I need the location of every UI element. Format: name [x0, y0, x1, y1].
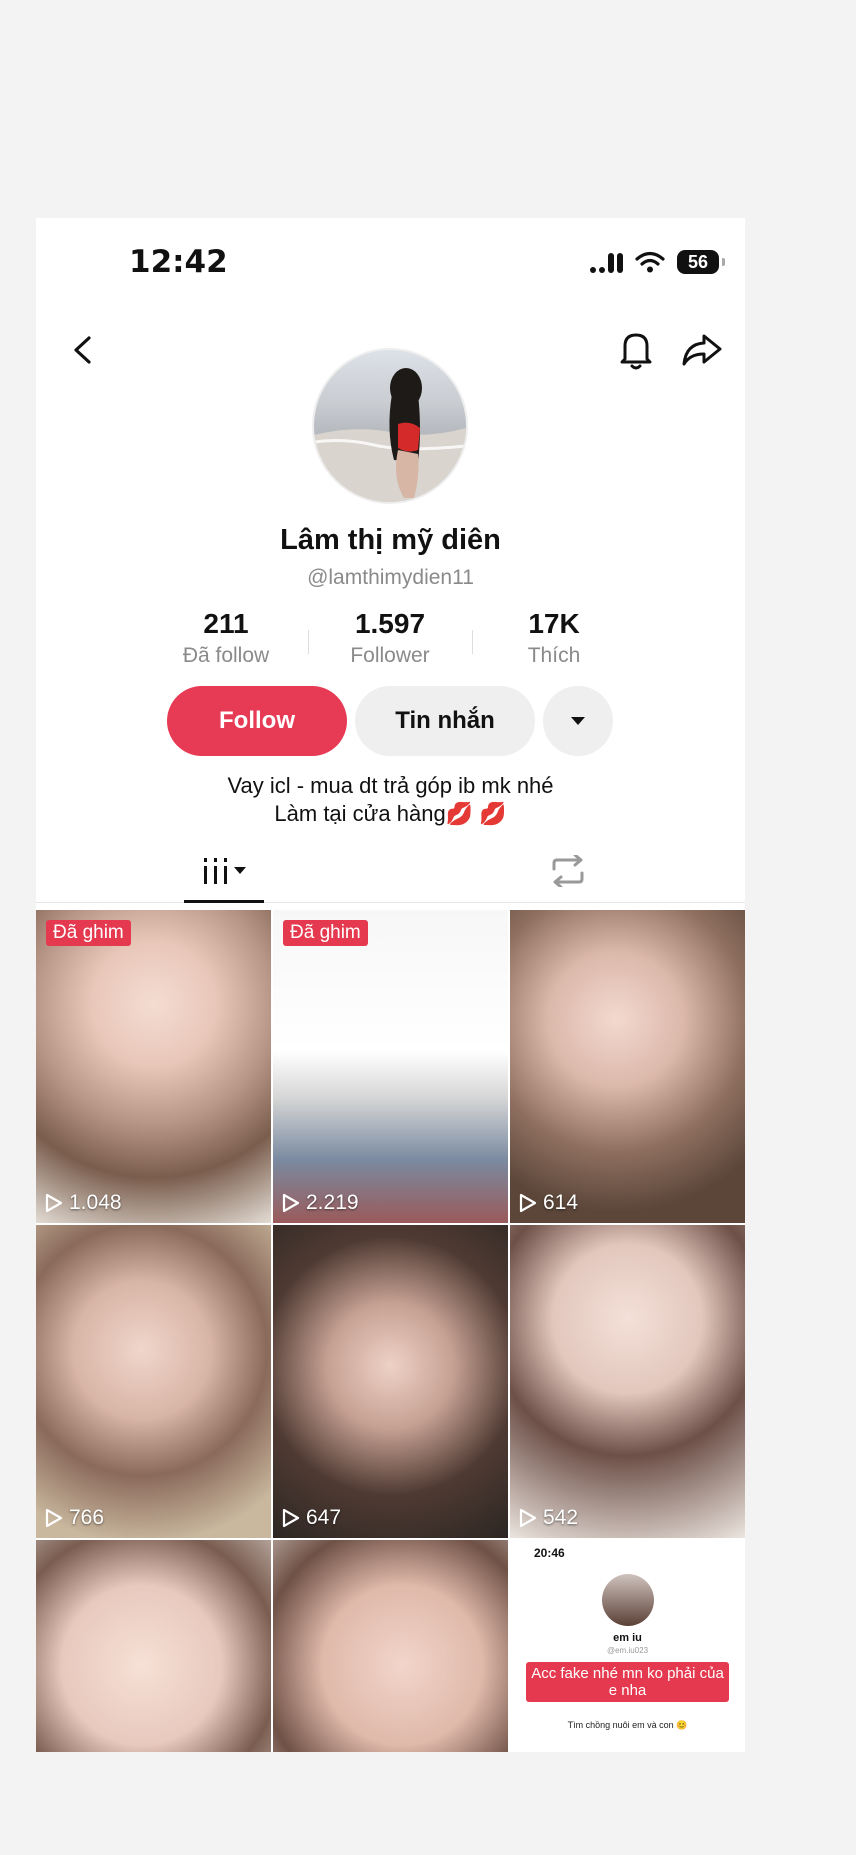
video-thumbnail[interactable]: 614 — [510, 910, 745, 1223]
profile-actions: Follow Tin nhắn — [167, 686, 613, 756]
view-count-value: 542 — [543, 1506, 579, 1529]
repost-icon — [552, 855, 584, 887]
video-thumbnail[interactable] — [273, 1540, 508, 1752]
grid-icon — [204, 858, 227, 884]
view-count-value: 614 — [543, 1191, 579, 1214]
stat-value: 1.597 — [354, 608, 426, 639]
profile-screen: 12:42 56 Lâm thị mỹ diên @lamthimydien11 — [36, 218, 745, 1752]
caret-down-icon — [571, 717, 585, 725]
play-icon — [282, 1508, 300, 1528]
video-thumbnail[interactable]: 647 — [273, 1225, 508, 1538]
view-count-value: 766 — [69, 1506, 105, 1529]
stat-following[interactable]: 211 Đã follow — [144, 608, 308, 668]
thumbnail-bio: Tìm chồng nuôi em và con 😊 — [567, 1720, 688, 1730]
video-grid: Đã ghim 1.048 Đã ghim 2.219 614 766 647 … — [36, 910, 745, 1752]
video-thumbnail[interactable] — [36, 1540, 271, 1752]
wifi-icon — [635, 251, 665, 273]
play-icon — [282, 1193, 300, 1213]
view-count: 2.219 — [282, 1191, 359, 1215]
bio-line: Làm tại cửa hàng💋 💋 — [274, 801, 507, 826]
stat-label: Follower — [350, 644, 430, 667]
avatar[interactable] — [312, 348, 468, 504]
status-time: 12:42 — [129, 244, 228, 280]
view-count: 542 — [519, 1506, 578, 1530]
view-count-value: 2.219 — [306, 1191, 359, 1214]
status-icons: 56 — [590, 250, 725, 274]
tab-videos[interactable] — [184, 842, 264, 903]
profile-handle: @lamthimydien11 — [307, 566, 474, 589]
cellular-signal-icon — [590, 251, 623, 273]
tab-reposts[interactable] — [528, 842, 608, 900]
view-count: 1.048 — [45, 1191, 122, 1215]
view-count-value: 1.048 — [69, 1191, 122, 1214]
more-options-button[interactable] — [543, 686, 613, 756]
avatar-photo — [314, 368, 466, 502]
video-thumbnail[interactable]: 542 — [510, 1225, 745, 1538]
view-count: 614 — [519, 1191, 578, 1215]
thumbnail-caption: Acc fake nhé mn ko phải của e nha — [526, 1662, 729, 1702]
profile-tabs — [36, 842, 745, 903]
thumbnail-avatar — [602, 1574, 654, 1626]
pinned-badge: Đã ghim — [46, 920, 131, 946]
stat-value: 211 — [203, 608, 249, 639]
profile-stats: 211 Đã follow 1.597 Follower 17K Thích — [144, 608, 636, 668]
thumbnail-status-time: 20:46 — [534, 1546, 565, 1560]
bell-icon[interactable] — [616, 328, 656, 372]
battery-icon: 56 — [677, 250, 725, 274]
share-icon[interactable] — [680, 330, 724, 370]
back-icon[interactable] — [64, 330, 104, 370]
video-thumbnail[interactable]: 766 — [36, 1225, 271, 1538]
video-thumbnail[interactable]: 20:46 em iu @em.iu023 Acc fake nhé mn ko… — [510, 1540, 745, 1752]
caret-down-icon — [234, 867, 246, 874]
play-icon — [519, 1508, 537, 1528]
stat-likes: 17K Thích — [472, 608, 636, 668]
profile-bio: Vay icl - mua dt trả góp ib mk nhé Làm t… — [36, 772, 745, 828]
profile-name: Lâm thị mỹ diên — [280, 524, 501, 556]
play-icon — [45, 1508, 63, 1528]
view-count-value: 647 — [306, 1506, 342, 1529]
stat-label: Thích — [527, 644, 581, 667]
view-count: 647 — [282, 1506, 341, 1530]
follow-button[interactable]: Follow — [167, 686, 347, 756]
play-icon — [45, 1193, 63, 1213]
stat-value: 17K — [528, 608, 580, 639]
stat-followers[interactable]: 1.597 Follower — [308, 608, 472, 668]
message-button[interactable]: Tin nhắn — [355, 686, 535, 756]
thumbnail-profile-name: em iu — [613, 1632, 642, 1644]
bio-line: Vay icl - mua dt trả góp ib mk nhé — [227, 773, 554, 798]
pinned-badge: Đã ghim — [283, 920, 368, 946]
video-thumbnail[interactable]: Đã ghim 2.219 — [273, 910, 508, 1223]
play-icon — [519, 1193, 537, 1213]
thumbnail-profile-handle: @em.iu023 — [606, 1646, 649, 1655]
video-thumbnail[interactable]: Đã ghim 1.048 — [36, 910, 271, 1223]
view-count: 766 — [45, 1506, 104, 1530]
stat-label: Đã follow — [182, 644, 270, 667]
